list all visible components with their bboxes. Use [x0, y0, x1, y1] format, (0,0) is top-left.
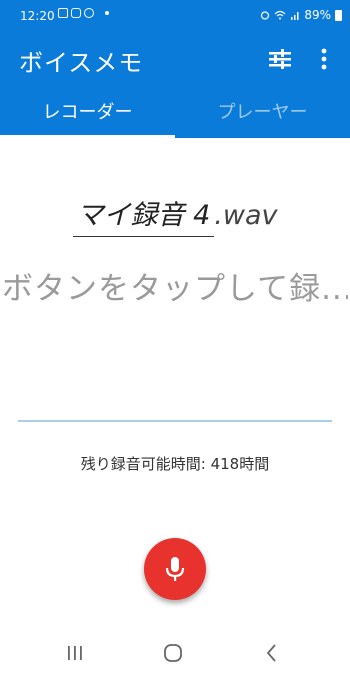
more-vert-icon — [321, 48, 327, 70]
app-title: ボイスメモ — [19, 49, 144, 77]
tune-icon — [269, 49, 291, 69]
system-nav-bar — [0, 628, 350, 678]
status-time: 12:20 — [20, 9, 55, 23]
app-bar: 12:20 89% ボイスメモ レコーダー プレーヤー — [0, 0, 350, 138]
record-button[interactable] — [144, 538, 206, 600]
status-right: 89% — [260, 8, 342, 22]
tab-indicator — [0, 135, 175, 138]
battery-text: 89% — [304, 8, 331, 22]
home-button[interactable] — [158, 640, 188, 666]
recording-filename[interactable]: マイ録音 4 .wav — [0, 193, 350, 237]
tab-player[interactable]: プレーヤー — [175, 96, 350, 138]
filename-stem: マイ録音 4 — [72, 193, 215, 237]
recording-hint: ボタンをタップして録... — [2, 271, 348, 307]
filename-extension: .wav — [214, 200, 278, 231]
status-bar: 12:20 89% — [0, 0, 350, 28]
signal-icon — [291, 12, 299, 20]
facebook-icon — [84, 8, 94, 18]
recent-apps-button[interactable] — [60, 640, 90, 666]
back-icon — [266, 644, 276, 662]
settings-button[interactable] — [266, 47, 294, 71]
more-notifications-icon — [105, 11, 109, 15]
more-options-button[interactable] — [314, 46, 334, 72]
battery-icon — [335, 9, 342, 21]
recent-apps-icon — [68, 646, 82, 660]
mic-icon — [165, 557, 185, 581]
alarm-icon — [261, 11, 270, 20]
instagram-icon — [71, 8, 81, 18]
wifi-icon — [274, 10, 286, 20]
waveform-baseline — [18, 420, 332, 422]
remaining-time: 残り録音可能時間: 418時間 — [80, 455, 270, 473]
notification-icons — [58, 8, 109, 18]
back-button[interactable] — [257, 640, 287, 666]
gallery-icon — [58, 8, 68, 18]
home-icon — [164, 644, 182, 662]
tab-recorder[interactable]: レコーダー — [0, 96, 175, 138]
